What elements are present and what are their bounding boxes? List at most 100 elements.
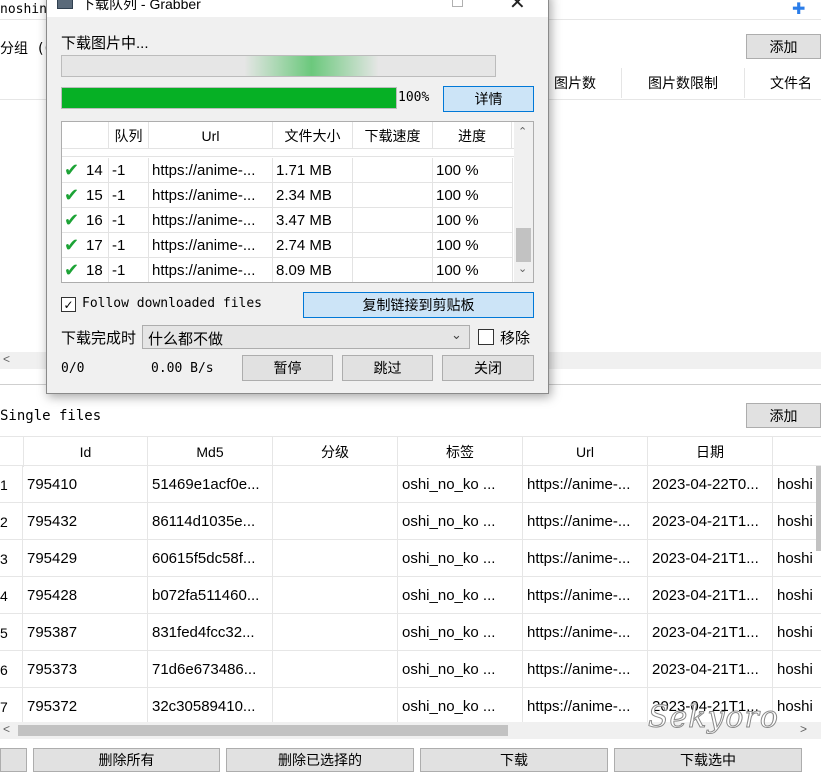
table-row[interactable]: 6 795373 71d6e673486... oshi_no_ko ... https…: [0, 651, 821, 688]
status-label: 下载图片中...: [61, 35, 149, 52]
skip-button[interactable]: 跳过: [342, 355, 433, 381]
files-vertical-scrollbar-thumb[interactable]: [816, 466, 821, 551]
cell-tags: oshi_no_ko ...: [398, 614, 523, 651]
file-progress-bar: [61, 55, 496, 77]
cell-date: 2023-04-21T1...: [648, 614, 773, 651]
file-progress-pulse: [244, 56, 379, 76]
maximize-icon[interactable]: [452, 0, 463, 7]
queue-row[interactable]: ✔ 15 -1 https://anime-... 2.34 MB 100 %: [62, 183, 513, 208]
queue-row[interactable]: ✔ 16 -1 https://anime-... 3.47 MB 100 %: [62, 208, 513, 233]
dialog-title: 下载队列 - Grabber: [81, 0, 201, 12]
col-tags[interactable]: 标签: [398, 437, 523, 467]
row-number: 7: [0, 688, 23, 725]
queue-row[interactable]: ✔ 17 -1 https://anime-... 2.74 MB 100 %: [62, 233, 513, 258]
queue-table: 队列 Url 文件大小 下载速度 进度 ✔ ✔ 14 -1 https://anime…: [61, 121, 534, 283]
single-add-button[interactable]: 添加: [746, 403, 821, 428]
cell-md5: 60615f5dc58f...: [148, 540, 273, 577]
cell-md5: 32c30589410...: [148, 688, 273, 725]
scroll-left-icon[interactable]: <: [3, 352, 10, 366]
cell-tags: oshi_no_ko ...: [398, 688, 523, 725]
cell-url: https://anime-...: [523, 688, 648, 725]
col-download-speed[interactable]: 下载速度: [352, 122, 432, 149]
bottom-button-clipped[interactable]: [0, 748, 27, 772]
cell-md5: 71d6e673486...: [148, 651, 273, 688]
queue-cell-url: https://anime-...: [152, 212, 256, 229]
download-selected-button[interactable]: 下载选中: [614, 748, 802, 772]
queue-cell-size: 2.74 MB: [276, 237, 332, 254]
chevron-down-icon[interactable]: ⌄: [451, 327, 462, 343]
follow-checkbox-label: Follow downloaded files: [82, 296, 263, 311]
col-filename[interactable]: 文件名: [770, 66, 821, 100]
queue-row[interactable]: ✔ 14 -1 https://anime-... 1.71 MB 100 %: [62, 158, 513, 183]
scroll-right-icon[interactable]: >: [800, 722, 807, 736]
cell-url: https://anime-...: [523, 614, 648, 651]
queue-row-number: 17: [86, 237, 103, 254]
col-rating[interactable]: 分级: [273, 437, 398, 467]
overall-progress-text: 100%: [398, 90, 430, 105]
close-icon[interactable]: ✕: [509, 0, 526, 15]
cell-extra: hoshi: [777, 624, 813, 641]
cell-extra: hoshi: [777, 698, 813, 715]
on-finish-value: 什么都不做: [148, 331, 224, 348]
remove-checkbox-label: 移除: [500, 330, 531, 347]
row-number: 1: [0, 466, 23, 503]
col-date[interactable]: 日期: [648, 437, 773, 467]
cell-url: https://anime-...: [523, 651, 648, 688]
cell-rating: [273, 466, 398, 503]
cell-rating: [273, 540, 398, 577]
delete-all-button[interactable]: 删除所有: [33, 748, 220, 772]
table-row[interactable]: 2 795432 86114d1035e... oshi_no_ko ... https…: [0, 503, 821, 540]
table-row[interactable]: 1 795410 51469e1acf0e... oshi_no_ko ... http…: [0, 466, 821, 503]
queue-cell-speed: [356, 208, 432, 233]
files-horizontal-scroll-thumb[interactable]: [18, 725, 508, 736]
overall-progress-bar: [61, 87, 397, 109]
queue-row-number: 15: [86, 187, 103, 204]
pause-button[interactable]: 暂停: [242, 355, 333, 381]
cell-extra: hoshi: [777, 550, 813, 567]
remove-checkbox[interactable]: [478, 329, 494, 345]
scroll-left-icon[interactable]: <: [3, 722, 10, 736]
download-queue-dialog: 下载队列 - Grabber ✕ 下载图片中... 100% 详情 队列 Url…: [46, 0, 549, 394]
queue-row[interactable]: ✔ 18 -1 https://anime-... 8.09 MB 100 %: [62, 258, 513, 282]
queue-cell-speed: [356, 233, 432, 258]
row-number: 2: [0, 503, 23, 540]
follow-checkbox[interactable]: ✓: [61, 297, 76, 312]
table-row[interactable]: 3 795429 60615f5dc58f... oshi_no_ko ... http…: [0, 540, 821, 577]
details-button[interactable]: 详情: [443, 86, 534, 112]
delete-selected-button[interactable]: 删除已选择的: [226, 748, 414, 772]
queue-cell-queue: -1: [112, 162, 126, 179]
group-add-button[interactable]: 添加: [746, 34, 821, 59]
cell-extra: hoshi: [777, 661, 813, 678]
col-url[interactable]: Url: [523, 437, 648, 467]
col-image-limit[interactable]: 图片数限制: [622, 66, 744, 100]
cell-id: 795410: [23, 466, 148, 503]
queue-scroll-thumb[interactable]: [516, 228, 531, 262]
row-number: 4: [0, 577, 23, 614]
cell-extra: hoshi: [777, 476, 813, 493]
scroll-down-icon[interactable]: ⌄: [518, 262, 527, 275]
close-button[interactable]: 关闭: [442, 355, 534, 381]
col-file-size[interactable]: 文件大小: [272, 122, 352, 149]
scroll-up-icon[interactable]: ⌃: [518, 125, 527, 138]
col-queue-url[interactable]: Url: [148, 122, 272, 149]
single-files-label: Single files: [0, 408, 102, 424]
col-md5[interactable]: Md5: [148, 437, 273, 467]
table-row[interactable]: 4 795428 b072fa511460... oshi_no_ko ... http…: [0, 577, 821, 614]
cell-md5: 831fed4fcc32...: [148, 614, 273, 651]
download-button[interactable]: 下载: [420, 748, 608, 772]
queue-cell-progress: 100 %: [436, 162, 479, 179]
cell-url: https://anime-...: [523, 540, 648, 577]
on-finish-select[interactable]: 什么都不做 ⌄: [142, 325, 470, 349]
queue-vertical-scrollbar[interactable]: ⌃ ⌄: [514, 122, 533, 282]
checkmark-icon: ✔: [64, 210, 80, 230]
col-progress[interactable]: 进度: [432, 122, 512, 149]
col-queue[interactable]: 队列: [108, 122, 148, 149]
table-row[interactable]: 5 795387 831fed4fcc32... oshi_no_ko ... http…: [0, 614, 821, 651]
copy-links-button[interactable]: 复制链接到剪贴板: [303, 292, 534, 318]
col-id[interactable]: Id: [23, 437, 148, 467]
plus-icon[interactable]: ✚: [792, 0, 805, 19]
cell-tags: oshi_no_ko ...: [398, 651, 523, 688]
cell-rating: [273, 503, 398, 540]
queue-table-header: 队列 Url 文件大小 下载速度 进度: [62, 122, 514, 149]
queue-cell-progress: 100 %: [436, 187, 479, 204]
